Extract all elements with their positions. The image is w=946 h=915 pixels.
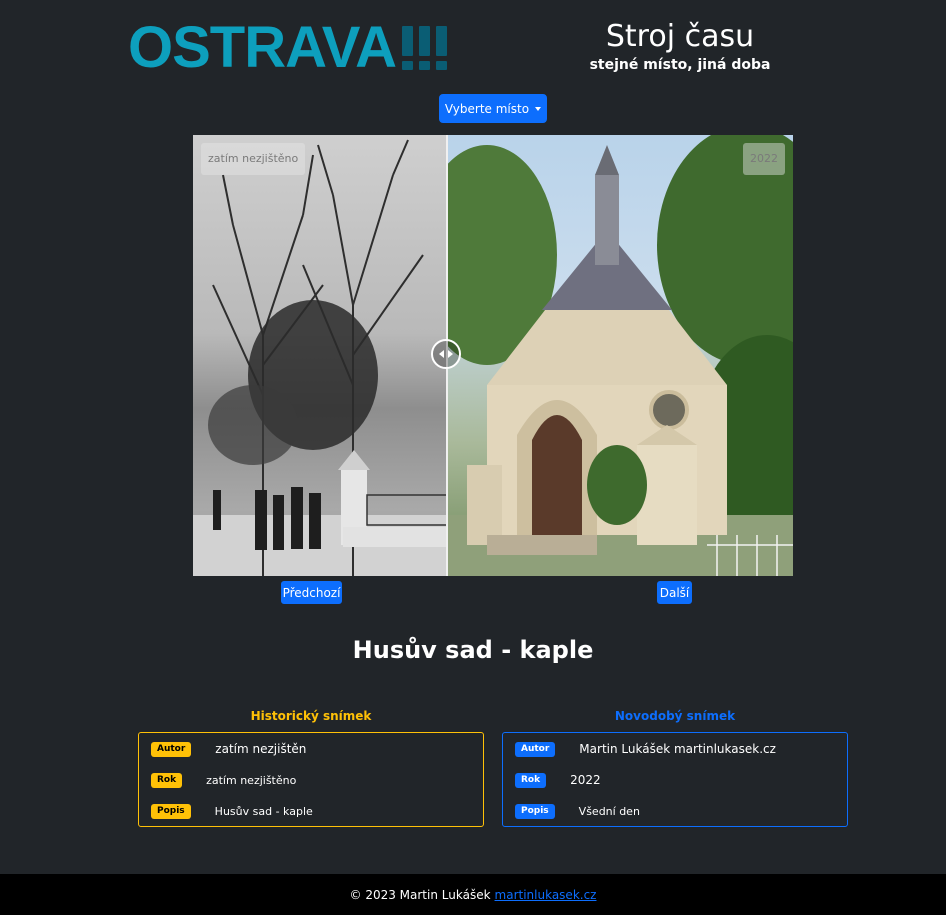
year-badge: Rok xyxy=(151,772,183,788)
caret-down-icon xyxy=(535,106,542,111)
historic-photo-drawing xyxy=(193,139,447,576)
info-row-year: Rok 2022 xyxy=(515,772,601,788)
arrow-left-icon xyxy=(439,350,444,358)
description-value: Všední den xyxy=(578,804,640,818)
info-row-year: Rok zatím nezjištěno xyxy=(151,772,296,788)
logo-exclamation-marks xyxy=(401,26,447,70)
logo-text: OSTRAVA xyxy=(128,15,397,80)
modern-info-card: Autor Martin Lukášek martinlukasek.cz Ro… xyxy=(502,732,848,827)
info-row-description: Popis Husův sad - kaple xyxy=(151,803,313,819)
modern-photo-drawing xyxy=(447,135,793,576)
image-comparison-slider[interactable]: zatím nezjištěno 2022 xyxy=(193,135,793,576)
drag-handle[interactable] xyxy=(431,339,461,369)
next-button[interactable]: Další xyxy=(657,581,692,604)
year-value: zatím nezjištěno xyxy=(206,773,297,787)
modern-heading: Novodobý snímek xyxy=(614,709,736,723)
author-badge: Autor xyxy=(515,741,556,757)
description-value: Husův sad - kaple xyxy=(214,804,313,818)
footer-copyright: © 2023 Martin Lukášek xyxy=(349,887,491,902)
author-value: zatím nezjištěn xyxy=(215,742,307,756)
footer-link[interactable]: martinlukasek.cz xyxy=(495,888,597,902)
select-place-dropdown[interactable]: Vyberte místo xyxy=(439,94,547,123)
page-title: Stroj času xyxy=(605,19,755,54)
author-value: Martin Lukášek martinlukasek.cz xyxy=(579,742,776,756)
description-badge: Popis xyxy=(515,803,555,819)
info-row-author: Autor Martin Lukášek martinlukasek.cz xyxy=(515,741,776,757)
year-value: 2022 xyxy=(570,773,601,787)
arrow-right-icon xyxy=(448,350,453,358)
footer: © 2023 Martin Lukášek martinlukasek.cz xyxy=(0,874,946,915)
place-title: Husův sad - kaple xyxy=(352,636,594,664)
historic-photo: zatím nezjištěno xyxy=(193,135,447,576)
historic-year-label: zatím nezjištěno xyxy=(201,143,306,175)
modern-year-label: 2022 xyxy=(743,143,785,175)
historic-info-card: Autor zatím nezjištěn Rok zatím nezjiště… xyxy=(138,732,484,827)
historic-heading: Historický snímek xyxy=(250,709,372,723)
year-badge: Rok xyxy=(515,772,547,788)
previous-button[interactable]: Předchozí xyxy=(281,581,342,604)
select-place-label: Vyberte místo xyxy=(444,101,530,116)
info-row-description: Popis Všední den xyxy=(515,803,640,819)
page-subtitle: stejné místo, jiná doba xyxy=(589,57,771,73)
description-badge: Popis xyxy=(151,803,191,819)
author-badge: Autor xyxy=(151,741,192,757)
info-row-author: Autor zatím nezjištěn xyxy=(151,741,306,757)
title-block: Stroj času stejné místo, jiná doba xyxy=(580,18,780,74)
modern-photo: 2022 xyxy=(447,135,793,576)
ostrava-logo[interactable]: OSTRAVA xyxy=(128,15,447,80)
